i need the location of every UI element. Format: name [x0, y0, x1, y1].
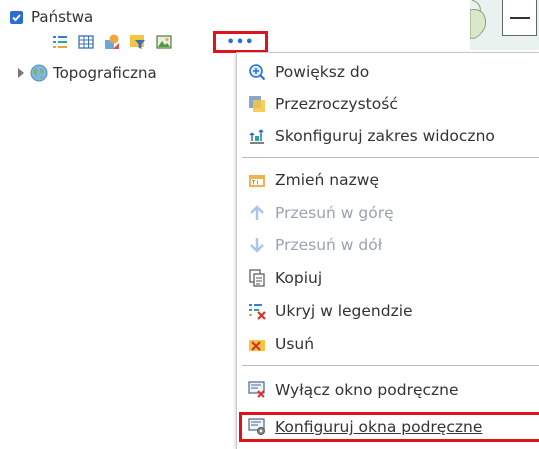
- menu-item-label: Wyłącz okno podręczne: [275, 381, 459, 399]
- menu-divider: [242, 365, 539, 366]
- menu-item-label: Skonfiguruj zakres widoczno: [275, 127, 495, 145]
- menu-item-label: Usuń: [275, 335, 315, 353]
- hide-legend-icon: [249, 304, 266, 320]
- menu-item-zoom-to[interactable]: Powiększ do: [237, 57, 539, 87]
- arrow-up-icon: [250, 205, 264, 220]
- layer-visibility-checkbox[interactable]: [10, 10, 23, 24]
- menu-item-remove[interactable]: Usuń: [237, 329, 539, 359]
- menu-item-label: Przesuń w dół: [275, 236, 383, 254]
- menu-item-move-up: Przesuń w górę: [237, 198, 539, 228]
- menu-item-label: Kopiuj: [275, 269, 323, 287]
- minus-icon: [509, 16, 530, 19]
- more-options-button[interactable]: •••: [213, 31, 268, 53]
- menu-item-transparency[interactable]: Przezroczystość: [237, 89, 539, 119]
- menu-item-disable-popup[interactable]: Wyłącz okno podręczne: [237, 375, 539, 405]
- menu-item-label: Przesuń w górę: [275, 204, 394, 222]
- menu-item-label: Ukryj w legendzie: [275, 302, 413, 320]
- table-list-icon[interactable]: [52, 34, 68, 50]
- menu-item-configure-popup[interactable]: Konfiguruj okna podręczne: [237, 412, 539, 442]
- layer-label: Topograficzna: [53, 64, 157, 82]
- transparency-icon: [249, 96, 265, 112]
- menu-item-label: Konfiguruj okna podręczne: [275, 418, 483, 436]
- svg-text:T I: T I: [251, 181, 258, 187]
- remove-icon: [249, 340, 265, 351]
- menu-item-copy[interactable]: Kopiuj: [237, 263, 539, 293]
- expand-arrow-icon[interactable]: [18, 68, 24, 78]
- configure-popup-icon: [248, 418, 265, 435]
- filter-icon[interactable]: [130, 34, 146, 50]
- menu-divider: [242, 157, 539, 158]
- copy-icon: [249, 269, 265, 287]
- layer-list-panel: Państwa ••• Topograficzna: [0, 0, 268, 448]
- layer-toolbar: [52, 34, 172, 50]
- menu-item-move-down: Przesuń w dół: [237, 230, 539, 260]
- rename-icon: T I: [249, 175, 265, 187]
- layer-label: Państwa: [31, 8, 94, 26]
- image-icon[interactable]: [156, 34, 172, 50]
- menu-item-rename[interactable]: T I Zmień nazwę: [237, 165, 539, 195]
- menu-item-label: Powiększ do: [275, 63, 370, 81]
- menu-item-hide-in-legend[interactable]: Ukryj w legendzie: [237, 296, 539, 326]
- layer-context-menu: Powiększ do Przezroczystość Skonfiguruj …: [236, 52, 539, 449]
- layer-item-panstwa[interactable]: Państwa: [10, 8, 93, 26]
- disable-popup-icon: [248, 381, 265, 398]
- globe-icon: [30, 64, 48, 82]
- more-options-label: •••: [226, 34, 255, 50]
- visibility-range-icon: [249, 129, 264, 144]
- attribute-table-icon[interactable]: [78, 34, 94, 50]
- menu-item-label: Zmień nazwę: [275, 171, 379, 189]
- symbology-icon[interactable]: [104, 34, 120, 50]
- arrow-down-icon: [250, 238, 264, 253]
- layer-item-topograficzna[interactable]: Topograficzna: [18, 64, 157, 82]
- menu-item-label: Przezroczystość: [275, 95, 398, 113]
- zoom-out-button[interactable]: [502, 0, 537, 36]
- menu-item-visibility-range[interactable]: Skonfiguruj zakres widoczno: [237, 121, 539, 151]
- zoom-to-icon: [249, 64, 266, 81]
